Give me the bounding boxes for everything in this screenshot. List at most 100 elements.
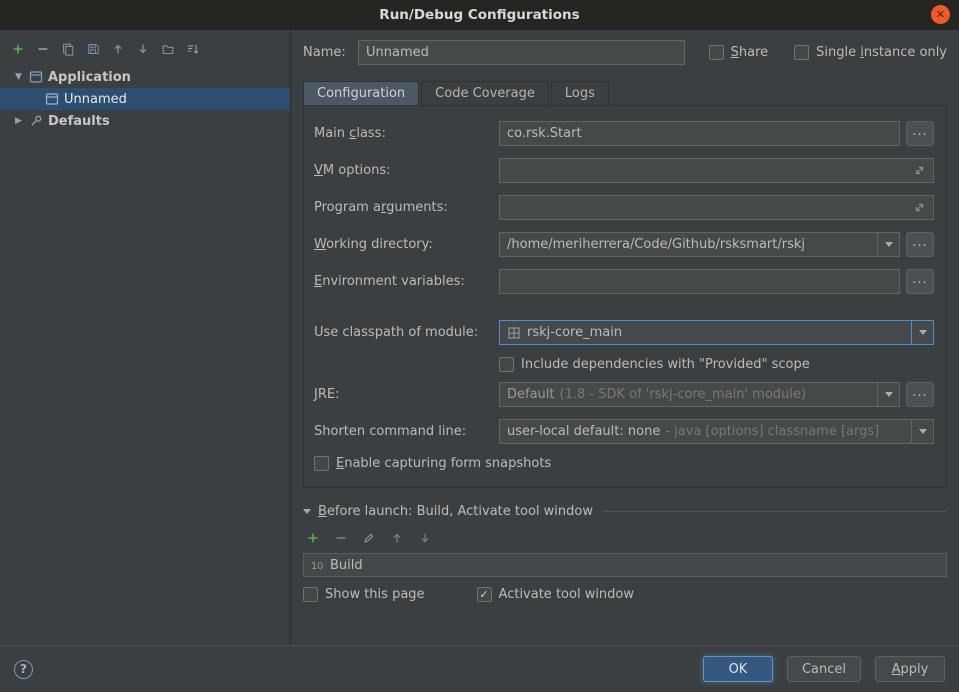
spacer	[314, 306, 934, 320]
enable-capturing-label[interactable]: Enable capturing form snapshots	[336, 456, 551, 471]
close-button[interactable]: ✕	[931, 5, 950, 24]
working-directory-browse-button[interactable]: ...	[906, 232, 934, 257]
enable-capturing-checkbox[interactable]	[314, 456, 329, 471]
include-provided-row: Include dependencies with "Provided" sco…	[499, 357, 934, 372]
before-launch-task-item[interactable]: 10 Build	[303, 553, 947, 577]
configuration-tab-panel: Main class: co.rsk.Start ... VM options:…	[303, 105, 947, 488]
vm-options-field[interactable]	[499, 158, 934, 183]
single-instance-checkbox[interactable]	[794, 45, 809, 60]
remove-task-button[interactable]	[333, 529, 349, 545]
environment-variables-browse-button[interactable]: ...	[906, 269, 934, 294]
move-task-down-button[interactable]	[417, 529, 433, 545]
share-checkbox[interactable]	[709, 45, 724, 60]
before-launch-toolbar	[305, 529, 947, 545]
jre-browse-button[interactable]: ...	[906, 382, 934, 407]
move-up-button[interactable]	[110, 40, 126, 56]
tree-collapsed-arrow-icon[interactable]: ▶	[13, 116, 24, 126]
main-class-field[interactable]: co.rsk.Start	[499, 121, 900, 146]
tree-item-unnamed[interactable]: Unnamed	[0, 88, 290, 110]
main-class-browse-button[interactable]: ...	[906, 121, 934, 146]
sidebar-toolbar	[0, 38, 290, 66]
shorten-command-line-dropdown[interactable]	[911, 420, 933, 443]
tree-item-defaults[interactable]: ▶ Defaults	[0, 110, 290, 132]
environment-variables-row: Environment variables: ...	[314, 269, 934, 294]
add-icon	[306, 530, 320, 544]
shorten-command-line-row: Shorten command line: user-local default…	[314, 419, 934, 444]
program-arguments-row: Program arguments:	[314, 195, 934, 220]
tab-configuration[interactable]: Configuration	[303, 81, 419, 105]
show-this-page-checkbox[interactable]	[303, 587, 318, 602]
cancel-button[interactable]: Cancel	[787, 656, 861, 682]
add-task-button[interactable]	[305, 529, 321, 545]
check-icon: ✓	[479, 589, 488, 600]
move-down-button[interactable]	[135, 40, 151, 56]
copy-icon	[61, 41, 75, 55]
program-arguments-label: Program arguments:	[314, 200, 499, 215]
jre-combobox[interactable]: Default (1.8 - SDK of 'rskj-core_main' m…	[499, 382, 900, 407]
share-label[interactable]: Share	[731, 45, 769, 60]
tree-item-label: Defaults	[48, 114, 110, 129]
module-dropdown[interactable]	[911, 321, 933, 344]
expand-editor-icon[interactable]	[913, 201, 926, 214]
remove-icon	[334, 530, 348, 544]
copy-configuration-button[interactable]	[60, 40, 76, 56]
jre-dropdown[interactable]	[877, 383, 899, 406]
run-debug-configurations-dialog: Run/Debug Configurations ✕	[0, 0, 959, 692]
module-value: rskj-core_main	[527, 325, 622, 340]
folder-icon	[161, 41, 175, 55]
shorten-command-line-combobox[interactable]: user-local default: none - java [options…	[499, 419, 934, 444]
titlebar: Run/Debug Configurations ✕	[0, 0, 959, 30]
environment-variables-field[interactable]	[499, 269, 900, 294]
edit-task-button[interactable]	[361, 529, 377, 545]
working-directory-dropdown[interactable]	[877, 233, 899, 256]
single-instance-label[interactable]: Single instance only	[816, 45, 947, 60]
activate-tool-window-checkbox[interactable]: ✓	[477, 587, 492, 602]
collapse-arrow-icon[interactable]	[303, 509, 311, 514]
move-up-icon	[111, 41, 125, 55]
dialog-body: ▼ Application Unnamed ▶ Defaults Name:	[0, 30, 959, 645]
tab-code-coverage[interactable]: Code Coverage	[421, 81, 549, 105]
remove-configuration-button[interactable]	[35, 40, 51, 56]
activate-tool-window-label[interactable]: Activate tool window	[499, 587, 634, 602]
module-combobox[interactable]: rskj-core_main	[499, 320, 934, 345]
include-provided-label[interactable]: Include dependencies with "Provided" sco…	[521, 357, 810, 372]
create-folder-button[interactable]	[160, 40, 176, 56]
tree-expanded-arrow-icon[interactable]: ▼	[13, 72, 24, 82]
show-this-page-label[interactable]: Show this page	[325, 587, 425, 602]
tab-logs[interactable]: Logs	[551, 81, 609, 105]
include-provided-checkbox[interactable]	[499, 357, 514, 372]
help-button[interactable]: ?	[14, 660, 33, 679]
save-configuration-button[interactable]	[85, 40, 101, 56]
main-class-row: Main class: co.rsk.Start ...	[314, 121, 934, 146]
shorten-command-line-label: Shorten command line:	[314, 424, 499, 439]
config-tabs: Configuration Code Coverage Logs	[303, 81, 947, 105]
before-launch-header: Before launch: Build, Activate tool wind…	[303, 504, 947, 519]
close-icon: ✕	[936, 8, 945, 21]
before-launch-options: Show this page ✓ Activate tool window	[303, 587, 947, 602]
working-directory-field[interactable]: /home/meriherrera/Code/Github/rsksmart/r…	[499, 232, 900, 257]
shorten-command-line-hint: - java [options] classname [args]	[665, 424, 879, 439]
name-input[interactable]	[358, 40, 685, 65]
before-launch-title: Before launch: Build, Activate tool wind…	[318, 504, 593, 519]
tree-item-application[interactable]: ▼ Application	[0, 66, 290, 88]
sort-configurations-button[interactable]	[185, 40, 201, 56]
vm-options-label: VM options:	[314, 163, 499, 178]
expand-editor-icon[interactable]	[913, 164, 926, 177]
move-up-icon	[390, 530, 404, 544]
use-classpath-label: Use classpath of module:	[314, 325, 499, 340]
apply-button[interactable]: Apply	[875, 656, 945, 682]
add-configuration-button[interactable]	[10, 40, 26, 56]
use-classpath-row: Use classpath of module: rskj-core_main	[314, 320, 934, 345]
move-task-up-button[interactable]	[389, 529, 405, 545]
tree-item-label: Application	[48, 70, 131, 85]
window-title: Run/Debug Configurations	[379, 7, 579, 23]
edit-icon	[362, 530, 376, 544]
configurations-sidebar: ▼ Application Unnamed ▶ Defaults	[0, 30, 291, 645]
main-class-value: co.rsk.Start	[507, 126, 582, 141]
enable-capturing-row: Enable capturing form snapshots	[314, 456, 934, 471]
ok-button[interactable]: OK	[703, 656, 773, 682]
program-arguments-field[interactable]	[499, 195, 934, 220]
name-label: Name:	[303, 45, 358, 60]
application-icon	[45, 92, 59, 106]
dropdown-arrow-icon	[919, 429, 927, 434]
